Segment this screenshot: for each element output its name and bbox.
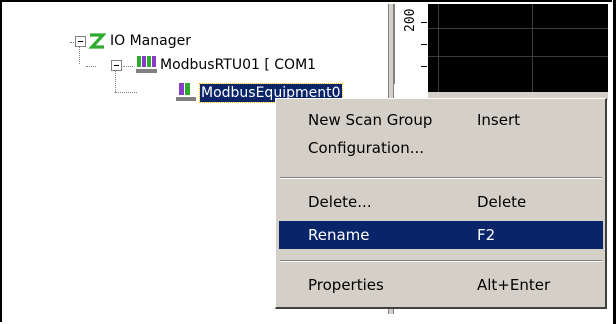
tree-connector bbox=[115, 70, 117, 92]
menu-item-label: Delete... bbox=[308, 193, 372, 211]
tree-connector bbox=[79, 46, 81, 64]
modbus-rtu-icon bbox=[136, 56, 157, 73]
tree-connector bbox=[123, 66, 133, 68]
tree-connector bbox=[86, 66, 96, 68]
menu-separator bbox=[280, 177, 602, 179]
menu-item-label: Configuration... bbox=[308, 139, 425, 157]
io-manager-icon bbox=[88, 33, 106, 49]
menu-item-configuration[interactable]: Configuration... bbox=[279, 134, 603, 162]
menu-item-shortcut: Delete bbox=[477, 193, 527, 211]
menu-item-delete[interactable]: Delete... Delete bbox=[279, 188, 603, 216]
menu-item-label: New Scan Group bbox=[308, 111, 433, 129]
graph-axis: 200 bbox=[394, 4, 429, 84]
trend-graph bbox=[428, 4, 608, 92]
menu-item-shortcut: Alt+Enter bbox=[477, 276, 551, 294]
menu-item-rename[interactable]: Rename F2 bbox=[279, 221, 603, 249]
menu-item-new-scan-group[interactable]: New Scan Group Insert bbox=[279, 106, 603, 134]
axis-tick bbox=[421, 22, 427, 23]
graph-gridline bbox=[532, 4, 533, 92]
graph-gridline bbox=[438, 4, 439, 92]
menu-separator bbox=[280, 260, 602, 262]
menu-item-shortcut: F2 bbox=[477, 226, 496, 244]
axis-tick bbox=[421, 44, 427, 45]
tree-node-modbus-rtu[interactable]: ModbusRTU01 [ COM1 bbox=[160, 56, 316, 74]
tree-connector bbox=[115, 92, 137, 94]
tree-node-io-manager[interactable]: IO Manager bbox=[110, 32, 191, 50]
modbus-equipment-icon bbox=[176, 83, 196, 101]
graph-gridline bbox=[428, 28, 608, 29]
menu-item-shortcut: Insert bbox=[477, 111, 521, 129]
context-menu: New Scan Group Insert Configuration... D… bbox=[275, 98, 607, 309]
menu-item-label: Properties bbox=[308, 276, 384, 294]
menu-item-label: Rename bbox=[308, 226, 370, 244]
expand-collapse-icon[interactable] bbox=[75, 36, 86, 47]
graph-gridline bbox=[428, 56, 608, 57]
axis-tick bbox=[421, 66, 427, 67]
menu-item-properties[interactable]: Properties Alt+Enter bbox=[279, 271, 603, 299]
axis-tick-label: 200 bbox=[403, 8, 418, 32]
